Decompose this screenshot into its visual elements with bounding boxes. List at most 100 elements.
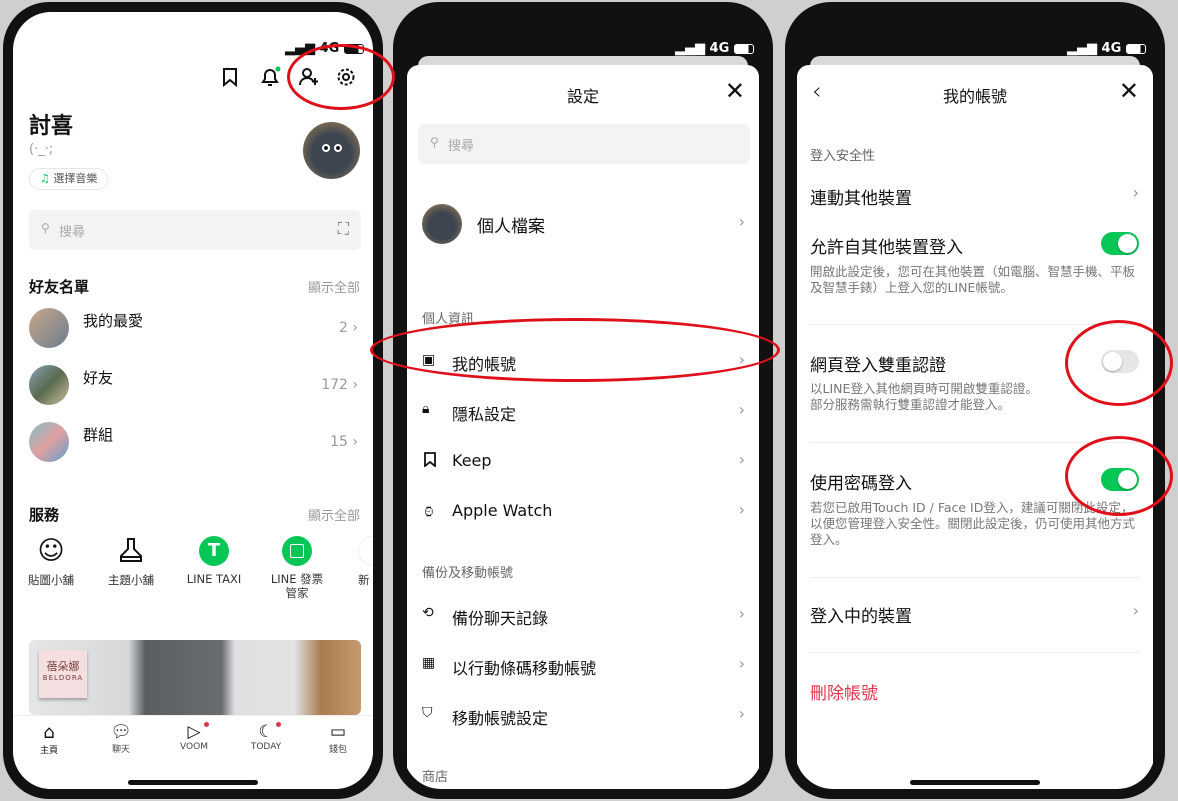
- bookmark-icon[interactable]: [221, 67, 239, 87]
- divider: [810, 652, 1139, 653]
- services-title: 服務: [29, 506, 60, 524]
- home-indicator[interactable]: [910, 780, 1040, 785]
- gear-icon[interactable]: [336, 67, 356, 87]
- chat-bubble-icon: 💬︎: [110, 722, 132, 742]
- setting-description: 開啟此設定後，您可在其他裝置（如電腦、智慧手機、平板及智慧手錶）上登入您的LIN…: [810, 264, 1136, 295]
- bookmark-icon: [424, 452, 436, 471]
- settings-row-qr-transfer[interactable]: ▦ 以行動條碼移動帳號 ›: [407, 644, 759, 688]
- taxi-icon: T: [199, 536, 229, 566]
- chevron-right-icon: ›: [738, 400, 745, 419]
- allow-other-devices-toggle[interactable]: [1101, 232, 1139, 255]
- chevron-right-icon: ›: [738, 604, 745, 623]
- close-icon[interactable]: ✕: [725, 77, 745, 105]
- home-indicator[interactable]: [128, 780, 258, 785]
- tab-bar: ⌂ 主頁 💬︎ 聊天 ▷ VOOM ☾ TODAY ▭ 錢包: [13, 715, 373, 789]
- friend-list-item[interactable]: 好友 172 ›: [13, 365, 373, 417]
- search-input[interactable]: ⚲ 搜尋 ⛶: [29, 210, 361, 250]
- tab-today[interactable]: ☾ TODAY: [241, 722, 291, 752]
- favorites-avatar: [29, 308, 69, 348]
- add-friend-icon[interactable]: [298, 67, 320, 87]
- service-theme-shop[interactable]: 主題小舖: [96, 536, 166, 588]
- home-screen: ▂▄▆ 4G 討喜 (·_·; ♫ 選擇音樂 ⚲ 搜尋 ⛶ 好友名單 顯示全部 …: [13, 12, 373, 789]
- home-icon: ⌂: [43, 722, 55, 743]
- divider: [810, 442, 1139, 443]
- profile-avatar[interactable]: [303, 122, 360, 179]
- chevron-right-icon: ›: [1132, 183, 1139, 202]
- backup-icon: ⟲: [422, 605, 434, 621]
- service-more[interactable]: 新: [358, 536, 373, 588]
- tab-voom[interactable]: ▷ VOOM: [171, 722, 217, 752]
- music-button[interactable]: ♫ 選擇音樂: [29, 168, 109, 190]
- settings-screen: ▂▄▆ 4G 設定 ✕ ⚲ 搜尋 個人檔案 › 個人資訊 ▣ 我的帳號 › 🔒︎ 隱私…: [403, 12, 763, 789]
- search-icon: ⚲: [430, 135, 439, 149]
- section-header: 登入安全性: [810, 149, 876, 164]
- account-sheet: ‹ 我的帳號 ✕ 登入安全性 連動其他裝置 › 允許自其他裝置登入 開啟此設定後，…: [797, 65, 1153, 789]
- scan-icon[interactable]: ⛶: [338, 219, 349, 239]
- play-icon: ▷: [171, 722, 217, 742]
- watch-icon: ⌚︎: [422, 505, 436, 521]
- divider: [810, 577, 1139, 578]
- signal-icon: ▂▄▆: [1067, 41, 1097, 56]
- chevron-right-icon: ›: [738, 450, 745, 469]
- section-header: 備份及移動帳號: [422, 566, 514, 581]
- more-icon: [358, 536, 373, 566]
- tab-home[interactable]: ⌂ 主頁: [29, 722, 69, 756]
- ad-banner[interactable]: 蓓朵娜 BELDORA: [29, 640, 361, 715]
- setting-description: 以LINE登入其他網頁時可開啟雙重認證。 部分服務需執行雙重認證才能登入。: [810, 381, 1038, 412]
- lock-icon: 🔒︎: [422, 401, 430, 417]
- brush-icon: [96, 536, 166, 566]
- settings-row-keep[interactable]: Keep ›: [407, 440, 759, 484]
- profile-row[interactable]: 個人檔案 ›: [407, 202, 759, 246]
- receipt-icon: [282, 536, 312, 566]
- bell-icon[interactable]: [259, 66, 281, 88]
- web-2fa-toggle[interactable]: [1101, 350, 1139, 373]
- service-line-invoice[interactable]: LINE 發票 管家: [259, 536, 335, 600]
- tab-chat[interactable]: 💬︎ 聊天: [101, 722, 141, 755]
- settings-row-my-account[interactable]: ▣ 我的帳號 ›: [407, 340, 759, 384]
- phone-home: ▂▄▆ 4G 討喜 (·_·; ♫ 選擇音樂 ⚲ 搜尋 ⛶ 好友名單 顯示全部 …: [3, 2, 383, 799]
- friends-show-all[interactable]: 顯示全部: [308, 277, 360, 296]
- setting-label: 使用密碼登入: [810, 474, 912, 494]
- battery-icon: [343, 43, 364, 54]
- chevron-right-icon: ›: [738, 212, 745, 231]
- settings-row-backup[interactable]: ⟲ 備份聊天記錄 ›: [407, 594, 759, 638]
- friend-list-item[interactable]: 群組 15 ›: [13, 422, 373, 474]
- status-bar: ▂▄▆ 4G: [675, 41, 754, 56]
- service-line-taxi[interactable]: T LINE TAXI: [177, 536, 251, 586]
- search-input[interactable]: ⚲ 搜尋: [418, 124, 750, 164]
- id-card-icon: ▣: [422, 352, 436, 368]
- setting-description: 若您已啟用Touch ID / Face ID登入，建議可關閉此設定，以便您管理…: [810, 500, 1136, 547]
- link-devices-row[interactable]: 連動其他裝置 ›: [797, 175, 1153, 215]
- close-icon[interactable]: ✕: [1119, 77, 1139, 105]
- signal-icon: ▂▄▆: [675, 41, 705, 56]
- password-login-toggle[interactable]: [1101, 468, 1139, 491]
- beldora-logo: 蓓朵娜 BELDORA: [39, 650, 87, 698]
- logged-in-devices-row[interactable]: 登入中的裝置 ›: [797, 593, 1153, 633]
- profile-name: 討喜: [29, 114, 74, 139]
- wallet-icon: ▭: [329, 722, 347, 742]
- settings-row-apple-watch[interactable]: ⌚︎ Apple Watch ›: [407, 490, 759, 534]
- battery-icon: [1125, 43, 1146, 54]
- phone-settings: ▂▄▆ 4G 設定 ✕ ⚲ 搜尋 個人檔案 › 個人資訊 ▣ 我的帳號 › 🔒︎ 隱私…: [393, 2, 773, 799]
- smiley-icon: ☺: [37, 536, 65, 566]
- delete-account-button[interactable]: 刪除帳號: [810, 679, 878, 704]
- settings-sheet: 設定 ✕ ⚲ 搜尋 個人檔案 › 個人資訊 ▣ 我的帳號 › 🔒︎ 隱私設定 › Kee…: [407, 65, 759, 789]
- settings-row-privacy[interactable]: 🔒︎ 隱私設定 ›: [407, 390, 759, 434]
- status-bar: ▂▄▆ 4G: [285, 41, 364, 56]
- qr-code-icon: ▦: [422, 655, 436, 671]
- account-screen: ▂▄▆ 4G ‹ 我的帳號 ✕ 登入安全性 連動其他裝置 › 允許自其他裝置登入 …: [795, 12, 1155, 789]
- chevron-right-icon: ›: [738, 704, 745, 723]
- friend-list-item[interactable]: 我的最愛 2 ›: [13, 308, 373, 360]
- status-bar: ▂▄▆ 4G: [1067, 41, 1146, 56]
- chevron-right-icon: ›: [738, 500, 745, 519]
- tab-wallet[interactable]: ▭ 錢包: [318, 722, 358, 755]
- battery-icon: [733, 43, 754, 54]
- music-note-icon: ♫: [40, 172, 50, 185]
- search-icon: ⚲: [41, 221, 50, 235]
- settings-row-transfer-settings[interactable]: ⛉ 移動帳號設定 ›: [407, 694, 759, 738]
- setting-label: 網頁登入雙重認證: [810, 356, 946, 376]
- services-show-all[interactable]: 顯示全部: [308, 505, 360, 524]
- section-header: 商店: [422, 770, 449, 785]
- service-sticker-shop[interactable]: ☺ 貼圖小舖: [16, 536, 86, 588]
- page-title: 設定: [566, 87, 599, 106]
